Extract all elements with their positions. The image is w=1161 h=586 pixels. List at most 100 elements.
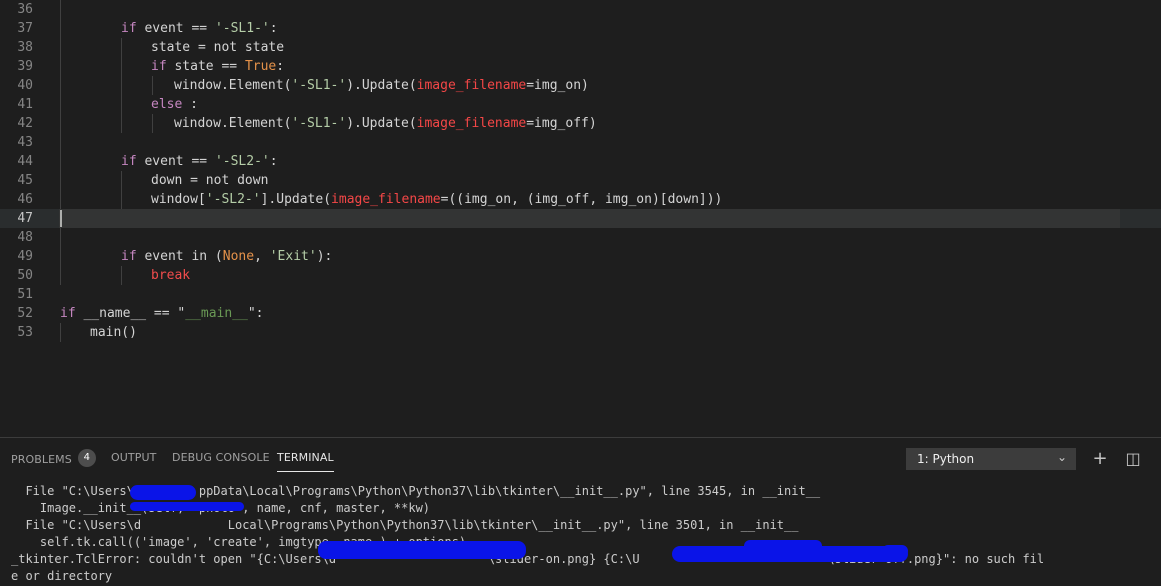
code-token: event ==: [144, 154, 215, 169]
line-number: 50: [17, 268, 33, 283]
line-number: 53: [17, 325, 33, 340]
problems-count-badge: 4: [77, 449, 96, 467]
code-line[interactable]: 39 if state == True:: [0, 57, 1161, 76]
code-line[interactable]: 47: [0, 209, 1161, 228]
line-number: 51: [17, 287, 33, 302]
indent-guide: [60, 38, 61, 57]
code-token: ,: [254, 249, 270, 264]
code-token: window.Element(: [174, 116, 292, 131]
indent-guide: [60, 57, 61, 76]
code-token: if: [151, 59, 167, 74]
code-token: ).Update(: [346, 116, 417, 131]
code-line[interactable]: 46 window['-SL2-'].Update(image_filename=…: [0, 190, 1161, 209]
code-text: if __name__ == "__main__":: [60, 304, 264, 323]
indent-guide: [121, 190, 122, 209]
code-line[interactable]: 40 window.Element('-SL1-').Update(image_f…: [0, 76, 1161, 95]
code-editor[interactable]: 36 37 if event == '-SL1-': 38 state = not st…: [0, 0, 1161, 436]
code-token: if: [121, 154, 137, 169]
redaction-mark: [130, 502, 244, 511]
code-line[interactable]: 37 if event == '-SL1-':: [0, 19, 1161, 38]
tab-output[interactable]: OUTPUT: [111, 451, 156, 464]
terminal-line: e or directory: [11, 569, 113, 583]
code-line[interactable]: 49 if event in (None, 'Exit'):: [0, 247, 1161, 266]
indent-guide: [152, 76, 153, 95]
code-token: ).Update(: [346, 78, 417, 93]
code-line[interactable]: 45 down = not down: [0, 171, 1161, 190]
current-line-highlight: [59, 209, 1120, 228]
code-text: main(): [90, 323, 137, 342]
code-text: else :: [151, 95, 198, 114]
code-token: window.Element(: [174, 78, 292, 93]
chevron-down-icon: ⌄: [1056, 450, 1067, 464]
code-line[interactable]: 43: [0, 133, 1161, 152]
code-token: __main__: [185, 306, 248, 321]
code-token: '-SL1-': [291, 116, 347, 131]
code-token: ):: [316, 249, 333, 264]
code-token: '-SL1-': [214, 21, 270, 36]
split-terminal-button[interactable]: ◫: [1122, 448, 1144, 470]
code-text: if event == '-SL1-':: [121, 19, 278, 38]
code-token: ":: [247, 306, 264, 321]
line-number: 39: [17, 59, 33, 74]
indent-guide: [60, 266, 61, 285]
code-line[interactable]: 38 state = not state: [0, 38, 1161, 57]
line-number: 40: [17, 78, 33, 93]
indent-guide: [60, 190, 61, 209]
code-line[interactable]: 53 main(): [0, 323, 1161, 342]
plus-icon: +: [1092, 448, 1108, 469]
code-token: '-SL1-': [291, 78, 347, 93]
code-text: if state == True:: [151, 57, 284, 76]
code-line[interactable]: 50 break: [0, 266, 1161, 285]
bottom-panel: PROBLEMS 4 OUTPUT DEBUG CONSOLE TERMINAL …: [0, 437, 1161, 586]
code-token: state ==: [174, 59, 245, 74]
code-text: break: [151, 266, 190, 285]
indent-guide: [121, 57, 122, 76]
code-text: if event in (None, 'Exit'):: [121, 247, 332, 266]
indent-guide: [121, 171, 122, 190]
line-number: 45: [17, 173, 33, 188]
code-token: '-SL2-': [205, 192, 261, 207]
code-line[interactable]: 36: [0, 0, 1161, 19]
indent-guide: [60, 228, 61, 247]
code-line[interactable]: 42 window.Element('-SL1-').Update(image_f…: [0, 114, 1161, 133]
terminal-line: File "C:\Users\d Local\Programs\Python\P…: [11, 518, 799, 532]
indent-guide: [60, 171, 61, 190]
code-token: image_filename: [416, 78, 527, 93]
code-token: =img_off): [526, 116, 597, 131]
indent-guide: [60, 95, 61, 114]
code-line[interactable]: 48: [0, 228, 1161, 247]
terminal-select-value: 1: Python: [917, 452, 975, 466]
redaction-mark: [318, 541, 526, 559]
line-number: 52: [17, 306, 33, 321]
code-token: :: [190, 97, 198, 112]
code-token: :: [276, 59, 285, 74]
indent-guide: [121, 266, 122, 285]
line-number: 42: [17, 116, 33, 131]
tab-debug-console[interactable]: DEBUG CONSOLE: [172, 451, 270, 464]
line-number: 47: [17, 211, 33, 226]
code-line[interactable]: 52 if __name__ == "__main__":: [0, 304, 1161, 323]
terminal-output[interactable]: File "C:\Users\d ppData\Local\Programs\P…: [0, 483, 1161, 586]
code-token: ].Update(: [260, 192, 332, 207]
panel-tabs: PROBLEMS 4 OUTPUT DEBUG CONSOLE TERMINAL: [0, 438, 900, 472]
redaction-mark: [882, 545, 908, 557]
indent-guide: [60, 323, 61, 342]
tab-terminal[interactable]: TERMINAL: [277, 451, 334, 472]
code-token: window[: [151, 192, 206, 207]
indent-guide: [121, 114, 122, 133]
new-terminal-button[interactable]: +: [1089, 448, 1111, 470]
code-token: if: [121, 249, 137, 264]
indent-guide: [121, 95, 122, 114]
indent-guide: [60, 76, 61, 95]
line-number: 43: [17, 135, 33, 150]
terminal-select[interactable]: 1: Python ⌄: [906, 448, 1076, 470]
tab-problems[interactable]: PROBLEMS 4: [11, 449, 96, 469]
code-line[interactable]: 51: [0, 285, 1161, 304]
code-line[interactable]: 44 if event == '-SL2-':: [0, 152, 1161, 171]
code-line[interactable]: 41 else :: [0, 95, 1161, 114]
code-token: True: [244, 59, 277, 74]
code-token: event in (: [144, 249, 223, 264]
code-token: =((img_on, (img_off, img_on)[down])): [440, 192, 723, 207]
code-token: __name__ ==: [83, 306, 178, 321]
indent-guide: [60, 133, 61, 152]
